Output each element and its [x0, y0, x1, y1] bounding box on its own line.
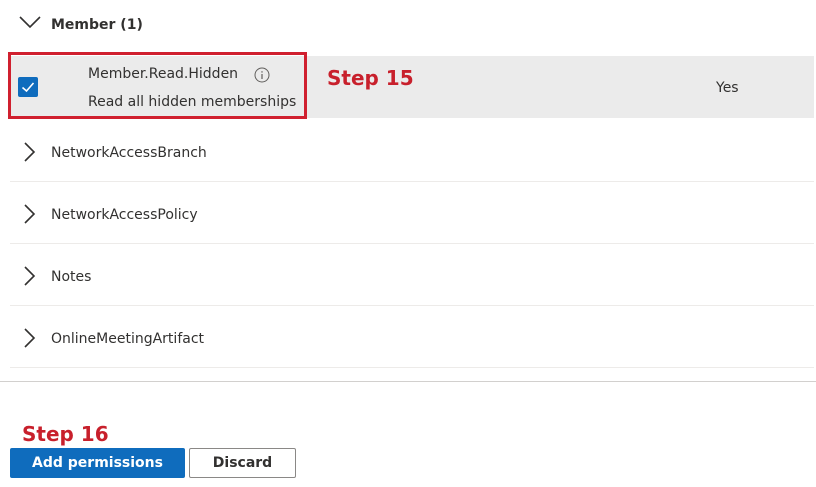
discard-button[interactable]: Discard: [189, 448, 296, 478]
permissions-panel: Member (1) Member.Read.Hidden Read all h…: [0, 0, 816, 487]
step-16-annotation: Step 16: [22, 422, 109, 446]
chevron-right-icon[interactable]: [22, 141, 36, 163]
chevron-down-icon[interactable]: [18, 14, 42, 30]
add-permissions-button[interactable]: Add permissions: [10, 448, 185, 478]
chevron-right-icon[interactable]: [22, 203, 36, 225]
group-header-member[interactable]: Member (1): [0, 0, 816, 52]
group-label: Notes: [51, 269, 92, 285]
group-label: NetworkAccessPolicy: [51, 207, 198, 223]
group-row-notes[interactable]: Notes: [10, 244, 814, 306]
group-row-networkaccesspolicy[interactable]: NetworkAccessPolicy: [10, 182, 814, 244]
step-15-annotation: Step 15: [327, 66, 414, 90]
footer-divider: [0, 381, 816, 382]
group-row-networkaccessbranch[interactable]: NetworkAccessBranch: [10, 120, 814, 182]
admin-consent-value: Yes: [716, 80, 739, 96]
chevron-right-icon[interactable]: [22, 327, 36, 349]
chevron-right-icon[interactable]: [22, 265, 36, 287]
group-label: OnlineMeetingArtifact: [51, 331, 205, 347]
group-row-onlinemeetingartifact[interactable]: OnlineMeetingArtifact: [10, 306, 814, 368]
annotation-highlight-box: [8, 52, 307, 119]
group-label: Member (1): [51, 17, 143, 33]
group-label: NetworkAccessBranch: [51, 145, 207, 161]
